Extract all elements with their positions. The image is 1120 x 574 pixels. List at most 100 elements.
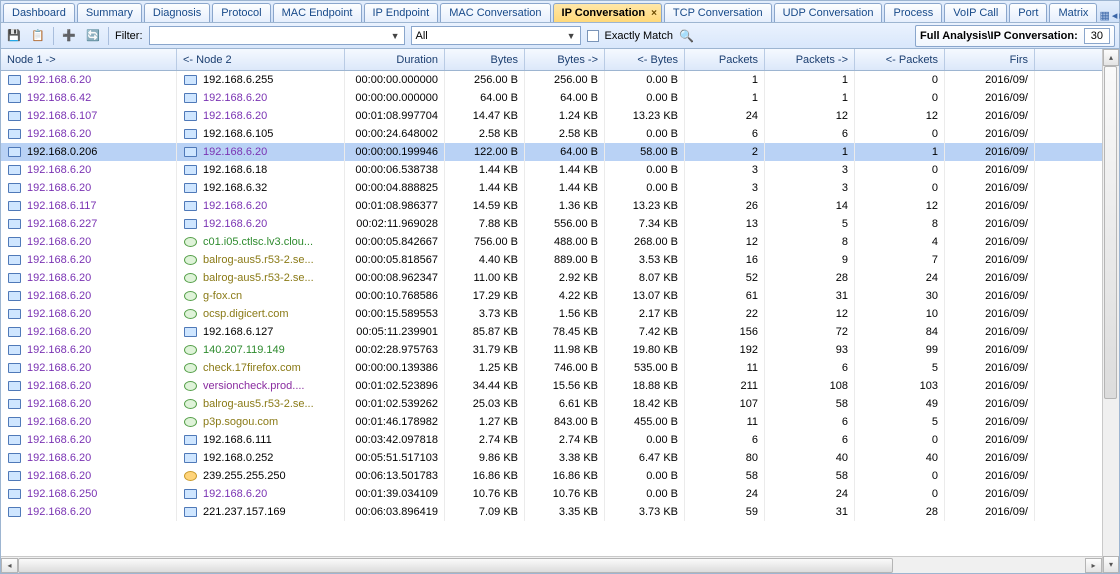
cell: 192.168.6.20	[1, 71, 177, 89]
column-header[interactable]: Packets	[685, 49, 765, 70]
refresh-icon[interactable]: 🔄	[84, 27, 102, 45]
cell: 192.168.6.20	[1, 359, 177, 377]
column-header[interactable]: <- Node 2	[177, 49, 345, 70]
scroll-down-icon[interactable]: ▾	[1103, 556, 1119, 573]
node-icon	[183, 146, 199, 158]
cell: 2016/09/	[945, 269, 1035, 287]
cell: 107	[685, 395, 765, 413]
table-row[interactable]: 192.168.6.20192.168.6.12700:05:11.239901…	[1, 323, 1102, 341]
table-row[interactable]: 192.168.6.20balrog-aus5.r53-2.se...00:01…	[1, 395, 1102, 413]
table-row[interactable]: 192.168.6.20140.207.119.14900:02:28.9757…	[1, 341, 1102, 359]
tab-port[interactable]: Port	[1009, 3, 1047, 22]
table-row[interactable]: 192.168.6.20c01.i05.ctlsc.lv3.clou...00:…	[1, 233, 1102, 251]
exact-match-checkbox[interactable]	[587, 30, 599, 42]
cell: 11	[685, 359, 765, 377]
scroll-left-icon[interactable]: ◂	[1, 558, 18, 573]
tab-summary[interactable]: Summary	[77, 3, 142, 22]
cell: 1.44 KB	[445, 179, 525, 197]
column-header[interactable]: Packets ->	[765, 49, 855, 70]
scroll-right-icon[interactable]: ▸	[1085, 558, 1102, 573]
cell: 192.168.6.107	[1, 107, 177, 125]
tab-ip-conversation[interactable]: IP Conversation×	[553, 3, 662, 22]
column-header[interactable]: <- Packets	[855, 49, 945, 70]
export-icon[interactable]: 📋	[29, 27, 47, 45]
table-row[interactable]: 192.168.6.20versioncheck.prod....00:01:0…	[1, 377, 1102, 395]
tab-ip-endpoint[interactable]: IP Endpoint	[364, 3, 439, 22]
cell: 99	[855, 341, 945, 359]
column-header[interactable]: Firs	[945, 49, 1035, 70]
add-filter-icon[interactable]: ➕	[60, 27, 78, 45]
node-icon	[183, 326, 199, 338]
gear-icon[interactable]: ▦	[1099, 9, 1109, 22]
cell: 192.168.6.227	[1, 215, 177, 233]
column-header[interactable]: Bytes ->	[525, 49, 605, 70]
node-icon	[7, 290, 23, 302]
table-row[interactable]: 192.168.6.20239.255.255.25000:06:13.5017…	[1, 467, 1102, 485]
tab-voip-call[interactable]: VoIP Call	[944, 3, 1007, 22]
node-icon	[7, 200, 23, 212]
table-row[interactable]: 192.168.6.20192.168.6.25500:00:00.000000…	[1, 71, 1102, 89]
cell: 239.255.255.250	[177, 467, 345, 485]
node-icon	[7, 236, 23, 248]
table-row[interactable]: 192.168.6.117192.168.6.2000:01:08.986377…	[1, 197, 1102, 215]
tab-mac-endpoint[interactable]: MAC Endpoint	[273, 3, 362, 22]
tab-matrix[interactable]: Matrix	[1049, 3, 1097, 22]
table-row[interactable]: 192.168.6.20check.17firefox.com00:00:00.…	[1, 359, 1102, 377]
scroll-up-icon[interactable]: ▴	[1103, 49, 1119, 66]
cell: 40	[765, 449, 855, 467]
table-row[interactable]: 192.168.6.227192.168.6.2000:02:11.969028…	[1, 215, 1102, 233]
node-icon	[183, 416, 199, 428]
node-icon	[183, 218, 199, 230]
tab-tcp-conversation[interactable]: TCP Conversation	[664, 3, 772, 22]
cell: 0.00 B	[605, 125, 685, 143]
node-icon	[183, 380, 199, 392]
tab-prev-icon[interactable]: ◂	[1112, 9, 1118, 22]
scroll-thumb[interactable]	[18, 558, 893, 573]
close-icon[interactable]: ×	[651, 8, 657, 19]
table-row[interactable]: 192.168.6.20192.168.6.1800:00:06.5387381…	[1, 161, 1102, 179]
table-row[interactable]: 192.168.6.20balrog-aus5.r53-2.se...00:00…	[1, 251, 1102, 269]
tab-protocol[interactable]: Protocol	[212, 3, 270, 22]
scroll-thumb[interactable]	[1104, 66, 1117, 399]
table-row[interactable]: 192.168.0.206192.168.6.2000:00:00.199946…	[1, 143, 1102, 161]
table-row[interactable]: 192.168.6.20192.168.0.25200:05:51.517103…	[1, 449, 1102, 467]
table-row[interactable]: 192.168.6.20g-fox.cn00:00:10.76858617.29…	[1, 287, 1102, 305]
cell: 10.76 KB	[525, 485, 605, 503]
cell: 00:00:08.962347	[345, 269, 445, 287]
node-icon	[7, 398, 23, 410]
column-header[interactable]: Bytes	[445, 49, 525, 70]
tab-dashboard[interactable]: Dashboard	[3, 3, 75, 22]
table-row[interactable]: 192.168.6.20221.237.157.16900:06:03.8964…	[1, 503, 1102, 521]
horizontal-scrollbar[interactable]: ◂ ▸	[1, 556, 1102, 573]
table-row[interactable]: 192.168.6.250192.168.6.2000:01:39.034109…	[1, 485, 1102, 503]
cell: 3.73 KB	[605, 503, 685, 521]
column-header[interactable]: Node 1 ->	[1, 49, 177, 70]
table-row[interactable]: 192.168.6.20ocsp.digicert.com00:00:15.58…	[1, 305, 1102, 323]
node-icon	[183, 452, 199, 464]
scroll-track[interactable]	[18, 558, 1085, 573]
scroll-track[interactable]	[1103, 66, 1119, 556]
tab-diagnosis[interactable]: Diagnosis	[144, 3, 210, 22]
table-row[interactable]: 192.168.6.42192.168.6.2000:00:00.0000006…	[1, 89, 1102, 107]
cell: 221.237.157.169	[177, 503, 345, 521]
vertical-scrollbar[interactable]: ▴ ▾	[1102, 49, 1119, 573]
search-icon[interactable]: 🔍	[679, 29, 694, 43]
cell: 2016/09/	[945, 215, 1035, 233]
cell: 192.168.6.20	[1, 341, 177, 359]
column-header[interactable]: Duration	[345, 49, 445, 70]
table-row[interactable]: 192.168.6.20p3p.sogou.com00:01:46.178982…	[1, 413, 1102, 431]
table-row[interactable]: 192.168.6.20192.168.6.3200:00:04.8888251…	[1, 179, 1102, 197]
node-icon	[183, 434, 199, 446]
scope-combo[interactable]: All ▼	[411, 26, 581, 45]
tab-udp-conversation[interactable]: UDP Conversation	[774, 3, 883, 22]
table-row[interactable]: 192.168.6.20192.168.6.11100:03:42.097818…	[1, 431, 1102, 449]
filter-combo[interactable]: ▼	[149, 26, 405, 45]
tab-process[interactable]: Process	[884, 3, 942, 22]
table-row[interactable]: 192.168.6.107192.168.6.2000:01:08.997704…	[1, 107, 1102, 125]
node-icon	[7, 146, 23, 158]
tab-mac-conversation[interactable]: MAC Conversation	[440, 3, 550, 22]
save-icon[interactable]: 💾	[5, 27, 23, 45]
column-header[interactable]: <- Bytes	[605, 49, 685, 70]
table-row[interactable]: 192.168.6.20balrog-aus5.r53-2.se...00:00…	[1, 269, 1102, 287]
table-row[interactable]: 192.168.6.20192.168.6.10500:00:24.648002…	[1, 125, 1102, 143]
